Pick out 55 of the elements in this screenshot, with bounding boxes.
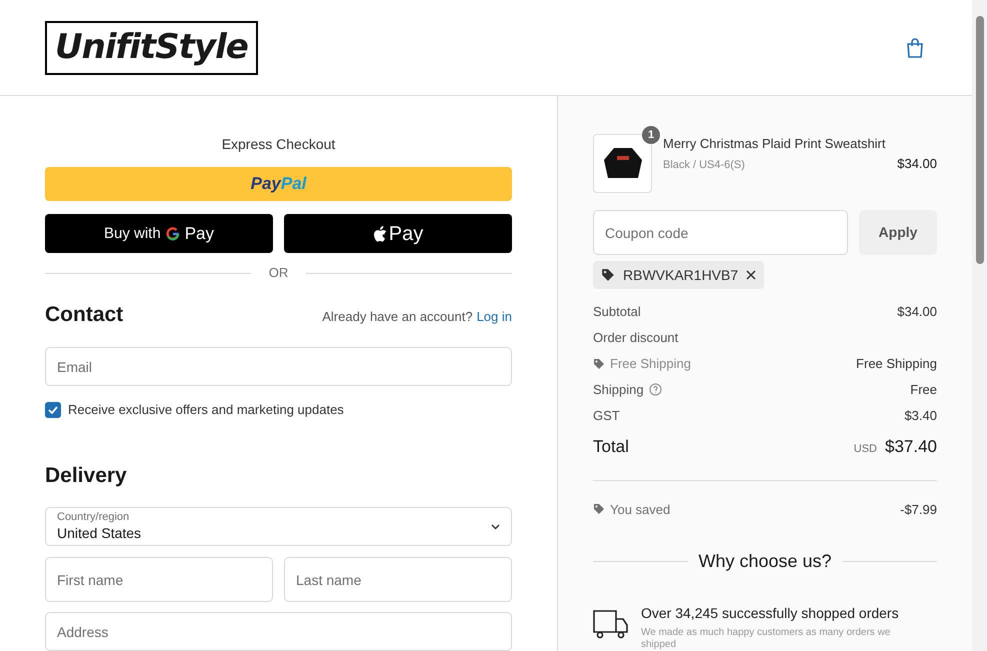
summary-value: Free Shipping [856, 354, 937, 373]
summary-label: Shipping [593, 380, 644, 399]
total-value: $37.40 [885, 436, 937, 458]
coupon-code: RBWVKAR1HVB7 [623, 266, 738, 284]
checkbox-label: Receive exclusive offers and marketing updates [68, 401, 344, 420]
savings-value: -$7.99 [900, 500, 937, 518]
product-variant: Black / US4-6(S) [663, 158, 745, 172]
field-value: United States [57, 524, 142, 542]
quantity-badge: 1 [642, 126, 660, 144]
summary-label: Subtotal [593, 302, 641, 321]
account-prompt: Already have an account? [322, 308, 473, 326]
product-price: $34.00 [897, 154, 937, 172]
coupon-field[interactable]: Coupon code [593, 210, 848, 255]
savings-label: You saved [610, 500, 670, 518]
chevron-down-icon [491, 524, 500, 530]
summary-label: GST [593, 406, 620, 425]
section-heading: Contact [45, 302, 124, 328]
section-heading: Why choose us? [698, 550, 832, 573]
apple-icon [372, 226, 387, 242]
field-label: Country/region [57, 511, 130, 525]
section-title: Express Checkout [220, 135, 336, 154]
checkbox[interactable] [45, 402, 61, 418]
apply-button[interactable]: Apply [859, 210, 937, 255]
close-icon[interactable] [746, 270, 756, 280]
tag-icon [593, 358, 605, 370]
tag-icon [601, 268, 615, 282]
country-select[interactable]: Country/region United States [45, 507, 512, 546]
summary-value: Free [910, 380, 937, 399]
currency-code: USD [854, 442, 877, 457]
scrollbar[interactable] [972, 0, 987, 651]
email-field[interactable]: Email [45, 347, 512, 386]
discount-label: Free Shipping [610, 354, 691, 373]
summary-label: Order discount [593, 328, 678, 347]
apple-pay-button[interactable]: Pay [284, 214, 512, 254]
total-label: Total [593, 436, 629, 458]
shopping-bag-icon[interactable] [906, 38, 924, 58]
login-link[interactable]: Log in [476, 306, 512, 326]
first-name-field[interactable]: First name [45, 557, 273, 602]
google-pay-button[interactable]: Buy with Pay [45, 214, 273, 254]
summary-value: $34.00 [897, 302, 937, 321]
brand-logo[interactable]: UnifitStyle [45, 20, 258, 74]
checkmark-icon [48, 406, 58, 414]
product-name: Merry Christmas Plaid Print Sweatshirt [663, 135, 886, 153]
paypal-button[interactable]: PayPal [45, 167, 512, 202]
truck-icon [593, 609, 628, 639]
last-name-field[interactable]: Last name [284, 557, 512, 602]
help-icon[interactable] [648, 383, 662, 396]
section-heading: Delivery [45, 462, 128, 489]
address-field[interactable]: Address [45, 612, 512, 651]
tag-icon [593, 503, 605, 516]
feature-description: We made as much happy customers as many orders we shipped [641, 627, 892, 651]
feature-title: Over 34,245 successfully shopped orders [641, 604, 900, 623]
summary-value: $3.40 [904, 406, 937, 425]
google-g-icon [166, 226, 180, 241]
divider-label: OR [268, 264, 288, 282]
